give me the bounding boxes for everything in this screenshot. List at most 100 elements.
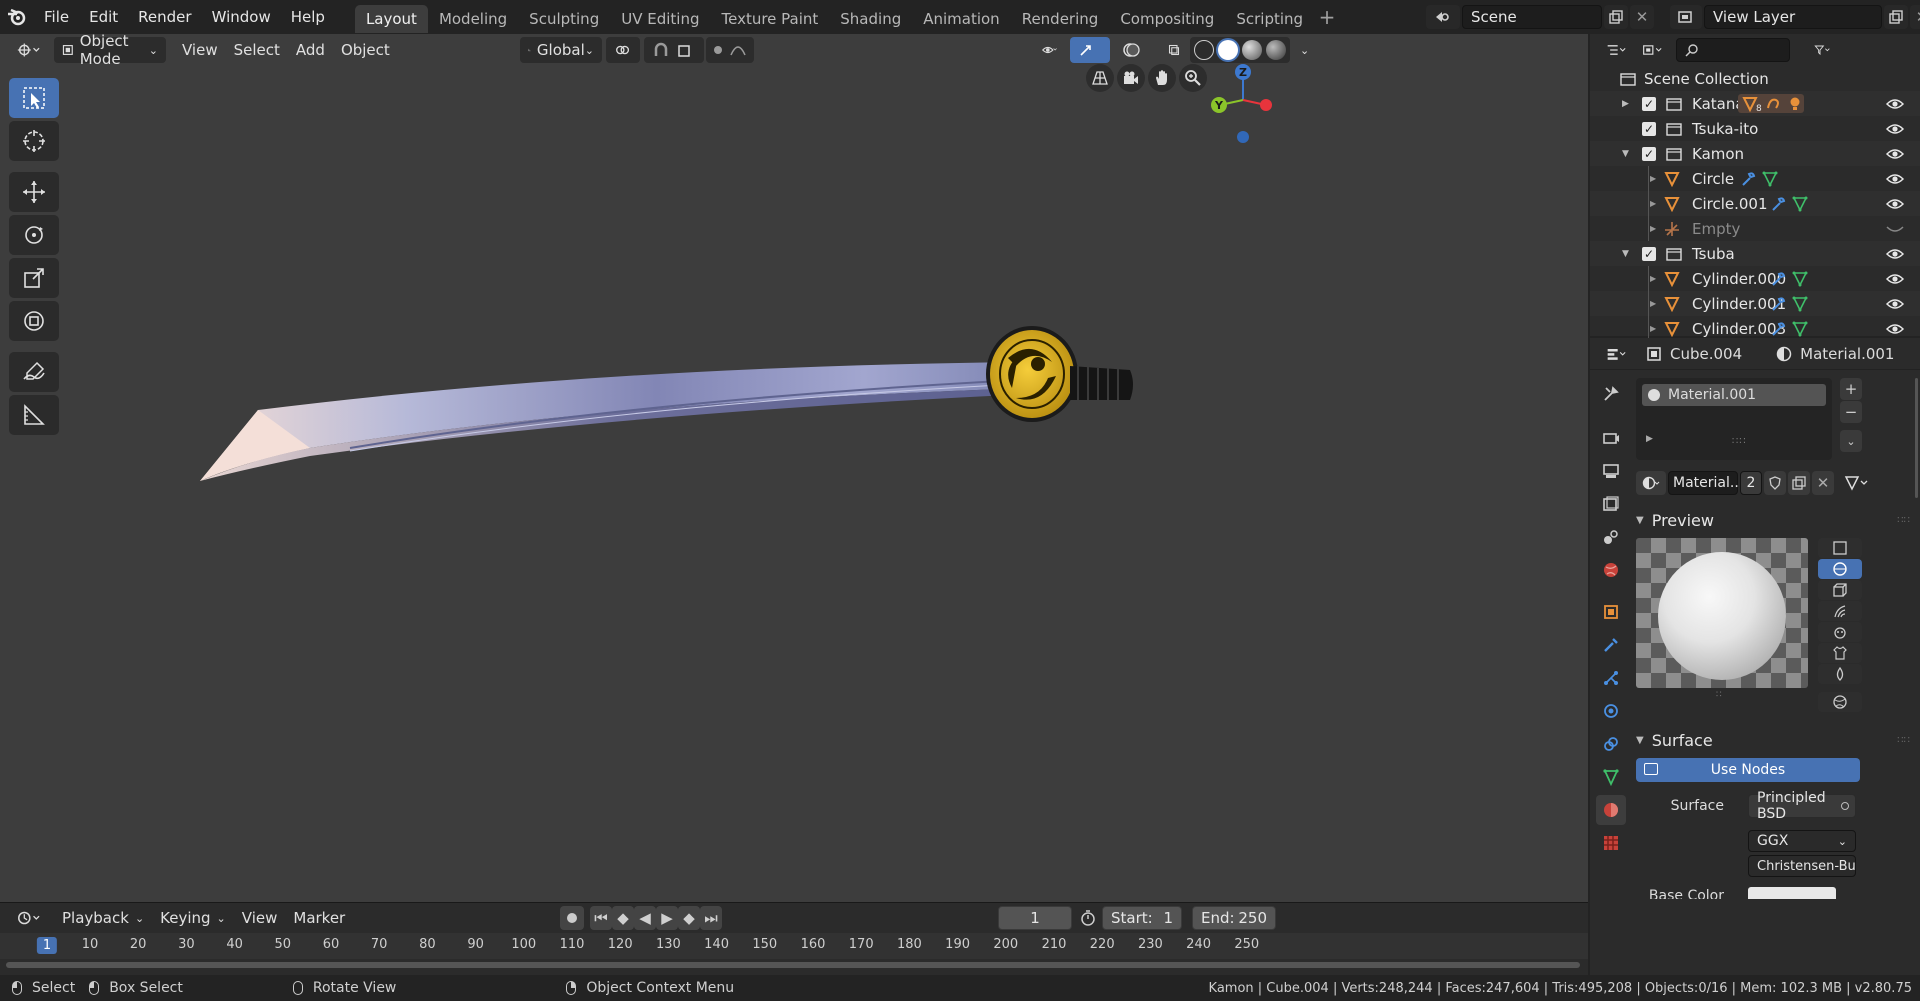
timeline-marker-menu[interactable]: Marker	[285, 905, 353, 931]
menu-edit[interactable]: Edit	[79, 0, 128, 34]
output-tab-icon[interactable]	[1596, 456, 1626, 486]
world-tab-icon[interactable]	[1596, 555, 1626, 585]
frame-ruler[interactable]: 1 10 20 30 40 50 60 70 80 90 100 110 120 130 140 150 160…	[0, 933, 1588, 959]
outliner-row[interactable]: ▶ ✓ Katana 8	[1590, 91, 1920, 116]
next-keyframe-icon[interactable]: ◆	[678, 906, 700, 930]
play-icon[interactable]: ▶	[656, 906, 678, 930]
mesh-data-icon[interactable]	[1792, 296, 1808, 312]
constraints-tab-icon[interactable]	[1596, 729, 1626, 759]
unlink-material-icon[interactable]: ✕	[1812, 471, 1834, 495]
rotate-tool-icon[interactable]	[9, 215, 59, 255]
cursor-tool-icon[interactable]	[9, 121, 59, 161]
preview-flat-icon[interactable]	[1818, 538, 1862, 558]
exclude-checkbox[interactable]: ✓	[1642, 121, 1656, 136]
physics-tab-icon[interactable]	[1596, 696, 1626, 726]
blender-logo-icon[interactable]	[0, 0, 34, 34]
solid-shading-icon[interactable]	[1218, 40, 1238, 60]
timeline-keying-menu[interactable]: Keying ⌄	[152, 905, 234, 931]
menu-window[interactable]: Window	[202, 0, 281, 34]
slot-specials-button[interactable]: ⌄	[1840, 430, 1862, 452]
expand-arrow-icon[interactable]: ▶	[1650, 174, 1656, 183]
add-slot-button[interactable]: +	[1840, 378, 1862, 400]
view-layer-name-field[interactable]: View Layer	[1704, 5, 1882, 29]
snap-toggle[interactable]	[644, 37, 704, 63]
eye-icon[interactable]	[1886, 273, 1904, 285]
tab-shading[interactable]: Shading	[829, 5, 912, 33]
preview-panel-header[interactable]: ▼ Preview ∷∷	[1632, 506, 1920, 534]
tab-animation[interactable]: Animation	[912, 5, 1010, 33]
scene-name-field[interactable]: Scene	[1462, 5, 1602, 29]
preview-hair-icon[interactable]	[1818, 601, 1862, 621]
menu-help[interactable]: Help	[281, 0, 335, 34]
outliner-row[interactable]: ▼ ✓ Tsuba	[1590, 241, 1920, 266]
select-box-tool-icon[interactable]	[9, 78, 59, 118]
tab-rendering[interactable]: Rendering	[1011, 5, 1110, 33]
expand-arrow-icon[interactable]: ▶	[1650, 299, 1656, 308]
timeline-view-menu[interactable]: View	[234, 905, 286, 931]
surface-panel-header[interactable]: ▼ Surface ∷∷	[1632, 726, 1920, 754]
preview-resize-handle-icon[interactable]: ∷	[1716, 690, 1722, 700]
exclude-checkbox[interactable]: ✓	[1642, 96, 1656, 111]
material-slot-list[interactable]: Material.001 ▶ ∷∷	[1636, 378, 1832, 460]
base-color-swatch[interactable]	[1748, 887, 1836, 899]
eye-icon[interactable]	[1886, 173, 1904, 185]
outliner-row[interactable]: ▶ Cylinder.001	[1590, 291, 1920, 316]
prev-keyframe-icon[interactable]: ◆	[612, 906, 634, 930]
overlays-toggle[interactable]	[1114, 37, 1154, 63]
material-shading-icon[interactable]	[1242, 40, 1262, 60]
preview-sphere-icon[interactable]	[1818, 559, 1862, 579]
timeline-playback-menu[interactable]: Playback ⌄	[54, 905, 152, 931]
view-layer-copy-icon[interactable]	[1884, 5, 1908, 29]
shading-options-chevron-icon[interactable]: ⌄	[1292, 37, 1312, 63]
tab-sculpting[interactable]: Sculpting	[518, 5, 610, 33]
modifier-wrench-icon[interactable]	[1770, 271, 1786, 287]
tool-settings-tab-icon[interactable]	[1596, 379, 1626, 409]
current-frame-field[interactable]: 1	[998, 906, 1072, 930]
slot-expand-icon[interactable]: ▶	[1646, 434, 1653, 444]
transform-tool-icon[interactable]	[9, 301, 59, 341]
outliner-editor-type-icon[interactable]	[1598, 37, 1634, 63]
material-name-field[interactable]: Material...	[1668, 471, 1743, 495]
browse-material-icon[interactable]	[1636, 471, 1666, 495]
material-users-count[interactable]: 2	[1740, 471, 1762, 495]
fake-user-shield-icon[interactable]	[1764, 471, 1786, 495]
outliner-scene-collection[interactable]: Scene Collection	[1590, 66, 1920, 91]
jump-end-icon[interactable]: ⏭	[700, 906, 722, 930]
view-perspective-grid-icon[interactable]	[1086, 64, 1114, 92]
tab-compositing[interactable]: Compositing	[1109, 5, 1225, 33]
tab-layout[interactable]: Layout	[354, 4, 428, 33]
link-type-icon[interactable]	[1840, 471, 1874, 495]
slot-resize-handle-icon[interactable]: ∷∷	[1732, 436, 1747, 447]
duplicate-material-icon[interactable]	[1788, 471, 1810, 495]
mesh-data-icon[interactable]	[1792, 321, 1808, 337]
eye-icon[interactable]	[1886, 323, 1904, 335]
start-frame-field[interactable]: Start: 1	[1102, 906, 1182, 930]
timeline-editor-type-icon[interactable]	[8, 905, 48, 931]
context-object-label[interactable]: Cube.004	[1670, 345, 1742, 363]
outliner-row[interactable]: ▶ Circle	[1590, 166, 1920, 191]
drag-handle-icon[interactable]: ∷∷	[1897, 515, 1910, 526]
mode-dropdown[interactable]: Object Mode ⌄	[54, 32, 166, 68]
use-nodes-button[interactable]: Use Nodes	[1636, 758, 1860, 782]
stopwatch-icon[interactable]	[1077, 906, 1099, 930]
filter-icon[interactable]	[1806, 37, 1838, 63]
properties-scrollbar[interactable]	[1915, 378, 1918, 498]
eye-icon[interactable]	[1886, 148, 1904, 160]
expand-arrow-icon[interactable]: ▼	[1622, 149, 1629, 159]
jump-start-icon[interactable]: ⏮	[590, 906, 612, 930]
expand-arrow-icon[interactable]: ▶	[1650, 199, 1656, 208]
mesh-data-icon[interactable]	[1762, 171, 1778, 187]
eye-icon[interactable]	[1886, 198, 1904, 210]
rendered-shading-icon[interactable]	[1266, 40, 1286, 60]
scene-tab-icon[interactable]	[1596, 522, 1626, 552]
menu-file[interactable]: File	[34, 0, 79, 34]
expand-arrow-icon[interactable]: ▶	[1650, 274, 1656, 283]
xray-toggle[interactable]	[1160, 37, 1188, 63]
menu-select[interactable]: Select	[226, 37, 288, 63]
subsurface-method-dropdown[interactable]: Christensen-Bu... ⌄	[1748, 855, 1856, 877]
preview-world-icon[interactable]	[1818, 692, 1862, 712]
eye-icon[interactable]	[1886, 298, 1904, 310]
data-tab-icon[interactable]	[1596, 762, 1626, 792]
view-layer-tab-icon[interactable]	[1596, 489, 1626, 519]
annotate-tool-icon[interactable]	[9, 352, 59, 392]
